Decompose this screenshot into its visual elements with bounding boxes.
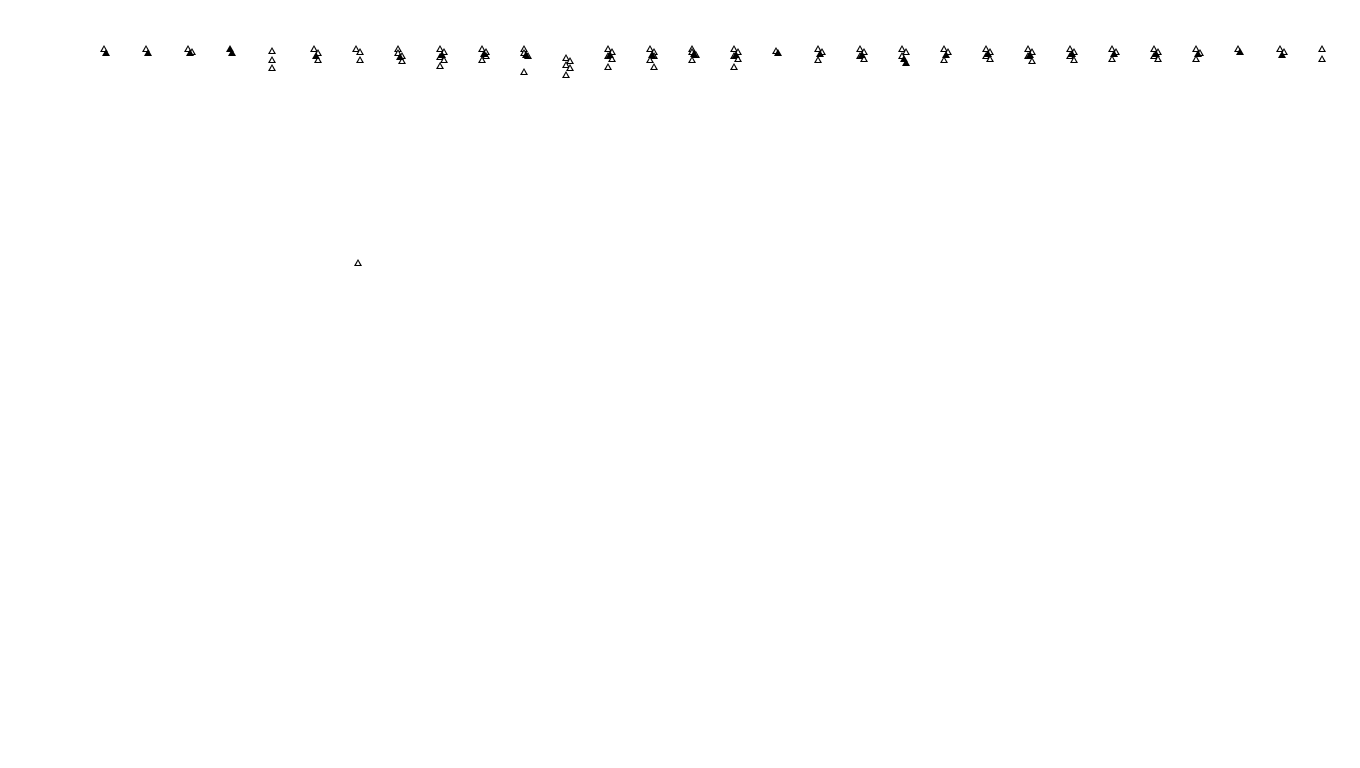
data-point [356,48,364,55]
data-point [688,56,696,63]
data-point [102,49,110,56]
data-point [228,49,236,56]
data-point [1318,45,1326,52]
data-point [480,50,488,57]
data-point [436,62,444,69]
data-point [650,63,658,70]
data-point [1194,50,1202,57]
data-point [186,49,194,56]
data-point [1068,50,1076,57]
data-point [1318,55,1326,62]
data-point [902,59,910,66]
data-point [984,50,992,57]
data-point [730,63,738,70]
data-point [438,51,446,58]
data-point [732,51,740,58]
data-point [604,63,612,70]
data-point [858,51,866,58]
data-point [1026,51,1034,58]
data-point [1110,50,1118,57]
data-point [312,52,320,59]
data-point [268,64,276,71]
data-point [648,51,656,58]
data-point [566,64,574,71]
data-point [268,56,276,63]
data-point [268,47,276,54]
data-point [478,56,486,63]
data-point [1152,50,1160,57]
data-point [144,49,152,56]
data-point [606,51,614,58]
data-point [1028,57,1036,64]
data-point [354,259,362,266]
data-point [1278,51,1286,58]
data-point [816,50,824,57]
data-point [690,50,698,57]
data-point [814,56,822,63]
data-point [522,51,530,58]
data-point [356,56,364,63]
data-point [520,68,528,75]
data-point [942,51,950,58]
data-point [774,49,782,56]
data-point [1070,56,1078,63]
data-point [396,53,404,60]
scatter-plot [0,0,1360,768]
data-point [1236,48,1244,55]
data-point [562,71,570,78]
